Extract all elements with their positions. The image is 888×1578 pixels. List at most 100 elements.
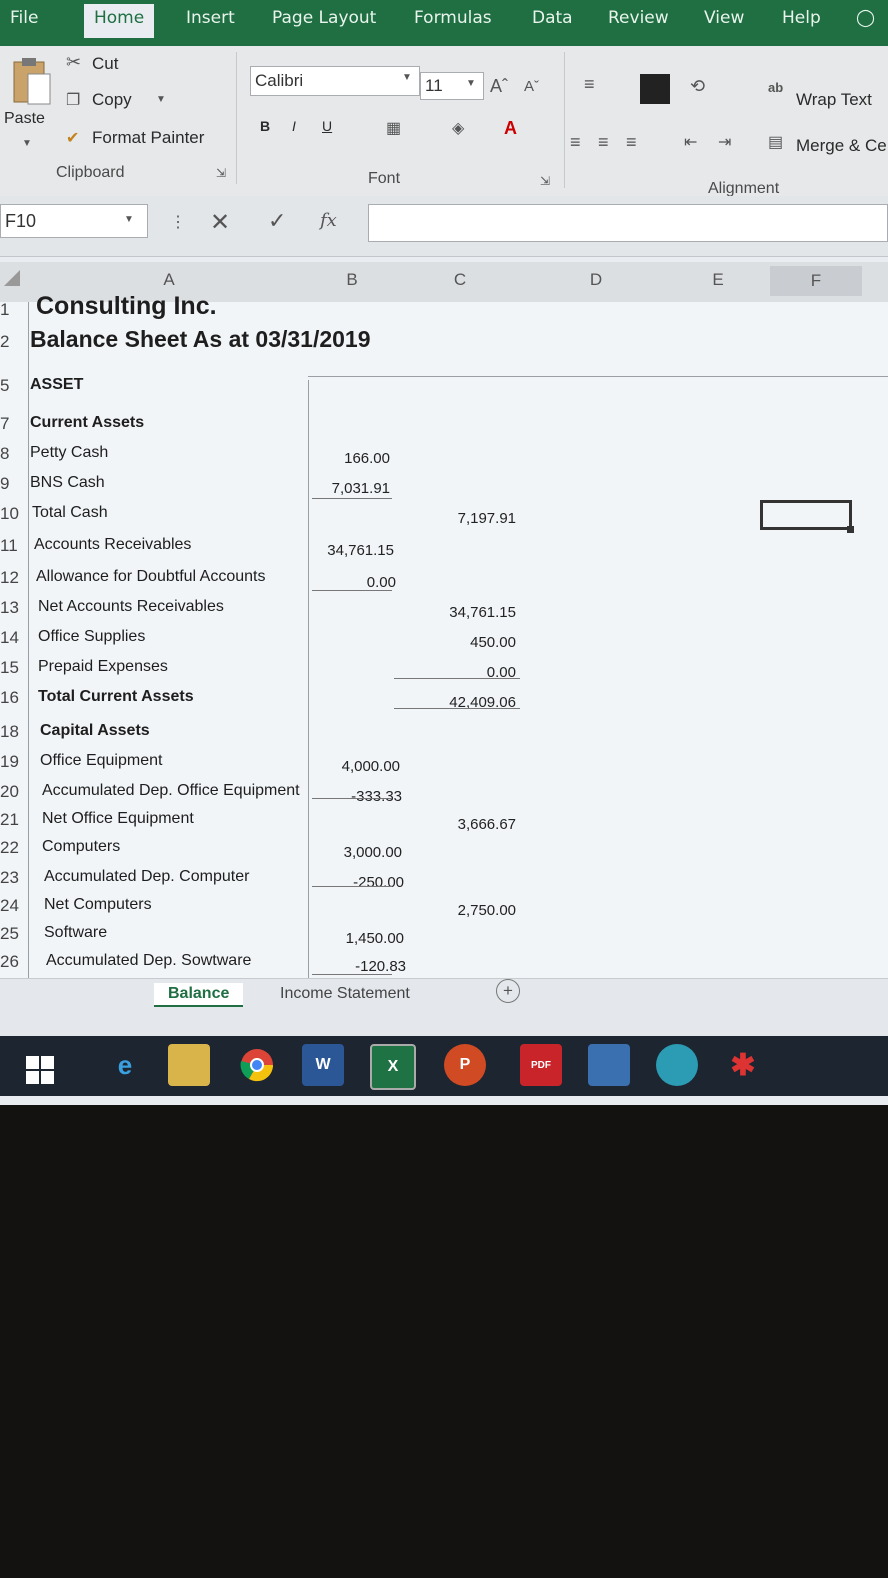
lightbulb-icon[interactable]: ◯	[856, 8, 875, 28]
tab-data[interactable]: Data	[532, 8, 573, 28]
cell-account-name[interactable]: Allowance for Doubtful Accounts	[36, 568, 265, 586]
chevron-down-icon[interactable]: ▼	[22, 138, 32, 149]
row-number[interactable]: 5	[0, 376, 28, 396]
row-number[interactable]: 25	[0, 924, 28, 944]
cell-account-name[interactable]: Software	[44, 924, 107, 942]
cell-account-name[interactable]: Office Supplies	[38, 628, 145, 646]
dialog-launcher-icon[interactable]: ⇲	[216, 166, 226, 180]
sheet-tab-income-statement[interactable]: Income Statement	[266, 983, 424, 1005]
fill-color-icon[interactable]: ◈	[452, 118, 464, 138]
tab-home[interactable]: Home	[84, 4, 155, 38]
fill-handle[interactable]	[847, 526, 854, 533]
row-number[interactable]: 13	[0, 598, 28, 618]
formula-input[interactable]	[368, 204, 888, 242]
word-icon[interactable]: W	[302, 1044, 344, 1086]
cell-amount-b[interactable]: 0.00	[316, 574, 396, 591]
cell-account-name[interactable]: Total Cash	[32, 504, 108, 522]
borders-icon[interactable]: ▦	[386, 118, 401, 138]
italic-button[interactable]: I	[292, 118, 296, 134]
cell-account-name[interactable]: ASSET	[30, 376, 83, 394]
worksheet-grid[interactable]: 1 Consulting Inc. 2 Balance Sheet As at …	[0, 292, 888, 978]
increase-font-icon[interactable]: Aˆ	[490, 76, 508, 97]
decrease-indent-icon[interactable]: ⇤	[684, 132, 697, 152]
column-header-b[interactable]: B	[310, 270, 394, 290]
align-left-icon[interactable]: ≡	[570, 132, 581, 153]
merge-center-button[interactable]: Merge & Ce	[796, 136, 887, 156]
row-number[interactable]: 15	[0, 658, 28, 678]
cell-account-name[interactable]: Prepaid Expenses	[38, 658, 168, 676]
cell-account-name[interactable]: Petty Cash	[30, 444, 108, 462]
align-center-icon[interactable]: ≡	[598, 132, 609, 153]
powerpoint-icon[interactable]: P	[444, 1044, 486, 1086]
merge-icon[interactable]: ▤	[768, 132, 783, 152]
align-right-icon[interactable]: ≡	[626, 132, 637, 153]
chart-app-icon[interactable]	[656, 1044, 698, 1086]
cell-account-name[interactable]: Accumulated Dep. Office Equipment	[42, 782, 300, 800]
copy-dropdown-chevron-icon[interactable]: ▼	[156, 94, 166, 105]
windows-start-icon[interactable]	[26, 1056, 56, 1086]
row-number[interactable]: 24	[0, 896, 28, 916]
cut-button[interactable]: Cut	[92, 54, 118, 74]
format-painter-icon[interactable]: ✔	[66, 128, 79, 148]
cell-amount-b[interactable]: -333.33	[322, 788, 402, 805]
row-number[interactable]: 19	[0, 752, 28, 772]
paste-button[interactable]: Paste ▼	[4, 52, 60, 162]
row-number[interactable]: 9	[0, 474, 28, 494]
company-title[interactable]: Consulting Inc.	[36, 292, 217, 321]
cell-account-name[interactable]: Computers	[42, 838, 120, 856]
sheet-tab-balance[interactable]: Balance	[154, 983, 244, 1007]
top-align-icon[interactable]: ≡	[584, 74, 595, 95]
active-cell-selection[interactable]	[760, 500, 852, 530]
row-number[interactable]: 23	[0, 868, 28, 888]
font-color-icon[interactable]: A	[504, 118, 517, 139]
pdf-icon[interactable]: PDF	[520, 1044, 562, 1086]
decrease-font-icon[interactable]: Aˇ	[524, 78, 539, 95]
cell-account-name[interactable]: Capital Assets	[40, 722, 150, 740]
cell-amount-c[interactable]: 3,666.67	[420, 816, 516, 833]
cell-amount-b[interactable]: 3,000.00	[322, 844, 402, 861]
row-number[interactable]: 1	[0, 300, 28, 320]
format-painter-button[interactable]: Format Painter	[92, 128, 204, 148]
font-name-chevron-icon[interactable]: ▼	[402, 72, 412, 83]
tab-view[interactable]: View	[704, 8, 744, 28]
cell-amount-b[interactable]: -250.00	[324, 874, 404, 891]
row-number[interactable]: 18	[0, 722, 28, 742]
font-dialog-launcher-icon[interactable]: ⇲	[540, 174, 550, 188]
increase-indent-icon[interactable]: ⇥	[718, 132, 731, 152]
wrap-text-button[interactable]: Wrap Text	[796, 90, 872, 110]
app-icon[interactable]	[588, 1044, 630, 1086]
cell-amount-b[interactable]: 1,450.00	[324, 930, 404, 947]
row-number[interactable]: 14	[0, 628, 28, 648]
row-number[interactable]: 2	[0, 332, 28, 352]
add-sheet-icon[interactable]: +	[496, 979, 520, 1003]
column-header-d[interactable]: D	[526, 270, 666, 290]
row-number[interactable]: 16	[0, 688, 28, 708]
copy-icon[interactable]: ❐	[66, 90, 80, 110]
tab-review[interactable]: Review	[608, 8, 669, 28]
tab-file[interactable]: File	[10, 8, 38, 28]
tab-help[interactable]: Help	[782, 8, 821, 28]
name-box-chevron-icon[interactable]: ▼	[124, 214, 134, 225]
column-header-e[interactable]: E	[668, 270, 768, 290]
row-number[interactable]: 21	[0, 810, 28, 830]
font-size-chevron-icon[interactable]: ▼	[466, 78, 476, 89]
cancel-icon[interactable]: ✕	[210, 208, 230, 237]
middle-align-icon[interactable]	[640, 74, 670, 104]
file-explorer-icon[interactable]	[168, 1044, 210, 1086]
tab-page-layout[interactable]: Page Layout	[272, 8, 376, 28]
cell-amount-c[interactable]: 450.00	[420, 634, 516, 651]
column-header-c[interactable]: C	[396, 270, 524, 290]
wrap-text-icon[interactable]: ab	[768, 80, 783, 95]
tab-insert[interactable]: Insert	[186, 8, 235, 28]
row-number[interactable]: 8	[0, 444, 28, 464]
row-number[interactable]: 26	[0, 952, 28, 972]
cell-account-name[interactable]: Net Computers	[44, 896, 152, 914]
row-number[interactable]: 11	[0, 536, 28, 556]
cell-amount-c[interactable]: 34,761.15	[420, 604, 516, 621]
row-number[interactable]: 20	[0, 782, 28, 802]
cell-amount-b[interactable]: 166.00	[310, 450, 390, 467]
font-name-select[interactable]: Calibri	[250, 66, 420, 96]
puzzle-app-icon[interactable]: ✱	[722, 1044, 764, 1086]
row-number[interactable]: 7	[0, 414, 28, 434]
scissors-icon[interactable]: ✂	[66, 52, 81, 73]
